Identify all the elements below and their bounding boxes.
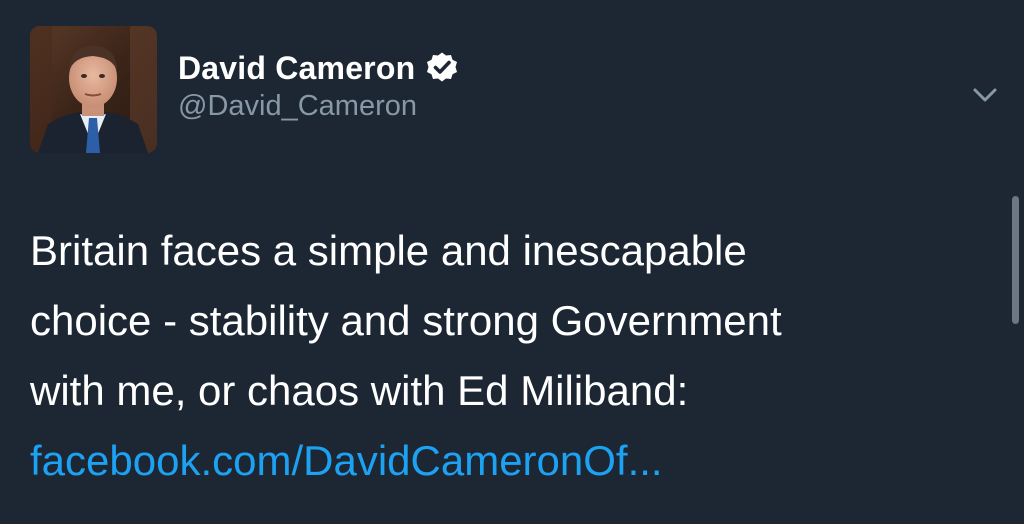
- tweet-text-line: choice - stability and strong Government: [30, 297, 782, 344]
- tweet-card: David Cameron @David_Cameron Britain fac…: [0, 0, 1024, 524]
- author-name-row[interactable]: David Cameron: [178, 48, 459, 88]
- verified-badge-icon: [425, 51, 459, 85]
- tweet-text: Britain faces a simple and inescapable c…: [30, 216, 980, 496]
- tweet-text-line: with me, or chaos with Ed Miliband:: [30, 367, 689, 414]
- user-handle[interactable]: @David_Cameron: [178, 90, 417, 123]
- tweet-link[interactable]: facebook.com/DavidCameronOf...: [30, 437, 663, 484]
- avatar-photo: [30, 26, 157, 153]
- chevron-down-icon[interactable]: [970, 80, 1000, 110]
- tweet-text-line: Britain faces a simple and inescapable: [30, 227, 747, 274]
- display-name[interactable]: David Cameron: [178, 50, 415, 87]
- avatar[interactable]: [30, 26, 157, 153]
- scrollbar[interactable]: [1012, 196, 1019, 324]
